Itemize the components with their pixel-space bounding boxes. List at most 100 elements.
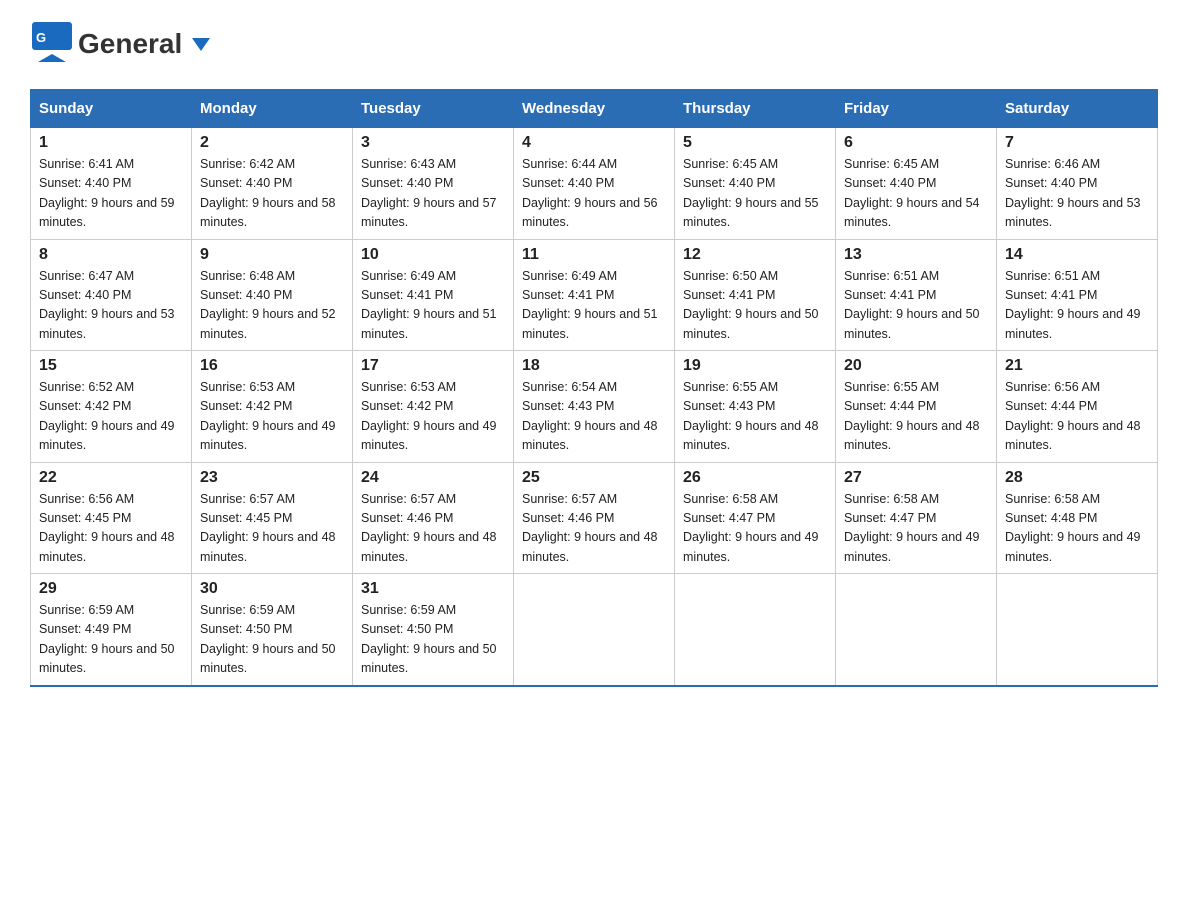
calendar-cell: 18 Sunrise: 6:54 AMSunset: 4:43 PMDaylig… bbox=[514, 351, 675, 463]
col-monday: Monday bbox=[192, 90, 353, 128]
day-number: 7 bbox=[1005, 134, 1149, 152]
day-info: Sunrise: 6:58 AMSunset: 4:47 PMDaylight:… bbox=[844, 492, 980, 564]
day-number: 19 bbox=[683, 357, 827, 375]
day-number: 4 bbox=[522, 134, 666, 152]
calendar-cell: 16 Sunrise: 6:53 AMSunset: 4:42 PMDaylig… bbox=[192, 351, 353, 463]
day-info: Sunrise: 6:52 AMSunset: 4:42 PMDaylight:… bbox=[39, 380, 175, 452]
day-info: Sunrise: 6:57 AMSunset: 4:46 PMDaylight:… bbox=[361, 492, 497, 564]
calendar-cell: 22 Sunrise: 6:56 AMSunset: 4:45 PMDaylig… bbox=[31, 462, 192, 574]
calendar-cell: 15 Sunrise: 6:52 AMSunset: 4:42 PMDaylig… bbox=[31, 351, 192, 463]
day-number: 28 bbox=[1005, 469, 1149, 487]
day-number: 11 bbox=[522, 246, 666, 264]
day-info: Sunrise: 6:46 AMSunset: 4:40 PMDaylight:… bbox=[1005, 157, 1141, 229]
calendar-cell: 10 Sunrise: 6:49 AMSunset: 4:41 PMDaylig… bbox=[353, 239, 514, 351]
calendar-cell: 14 Sunrise: 6:51 AMSunset: 4:41 PMDaylig… bbox=[997, 239, 1158, 351]
day-info: Sunrise: 6:49 AMSunset: 4:41 PMDaylight:… bbox=[361, 269, 497, 341]
day-info: Sunrise: 6:43 AMSunset: 4:40 PMDaylight:… bbox=[361, 157, 497, 229]
day-info: Sunrise: 6:51 AMSunset: 4:41 PMDaylight:… bbox=[844, 269, 980, 341]
svg-text:G: G bbox=[36, 30, 46, 45]
day-info: Sunrise: 6:57 AMSunset: 4:46 PMDaylight:… bbox=[522, 492, 658, 564]
day-info: Sunrise: 6:54 AMSunset: 4:43 PMDaylight:… bbox=[522, 380, 658, 452]
day-number: 26 bbox=[683, 469, 827, 487]
calendar-cell: 30 Sunrise: 6:59 AMSunset: 4:50 PMDaylig… bbox=[192, 574, 353, 686]
calendar-cell: 28 Sunrise: 6:58 AMSunset: 4:48 PMDaylig… bbox=[997, 462, 1158, 574]
day-info: Sunrise: 6:59 AMSunset: 4:50 PMDaylight:… bbox=[361, 603, 497, 675]
day-number: 20 bbox=[844, 357, 988, 375]
day-number: 22 bbox=[39, 469, 183, 487]
day-info: Sunrise: 6:51 AMSunset: 4:41 PMDaylight:… bbox=[1005, 269, 1141, 341]
day-number: 1 bbox=[39, 134, 183, 152]
calendar-cell: 24 Sunrise: 6:57 AMSunset: 4:46 PMDaylig… bbox=[353, 462, 514, 574]
calendar-cell: 6 Sunrise: 6:45 AMSunset: 4:40 PMDayligh… bbox=[836, 128, 997, 240]
col-sunday: Sunday bbox=[31, 90, 192, 128]
logo: G General bbox=[30, 20, 210, 69]
day-number: 31 bbox=[361, 580, 505, 598]
day-number: 14 bbox=[1005, 246, 1149, 264]
logo-text-general: General bbox=[78, 30, 210, 58]
day-number: 13 bbox=[844, 246, 988, 264]
col-wednesday: Wednesday bbox=[514, 90, 675, 128]
day-info: Sunrise: 6:50 AMSunset: 4:41 PMDaylight:… bbox=[683, 269, 819, 341]
day-number: 9 bbox=[200, 246, 344, 264]
calendar-cell: 26 Sunrise: 6:58 AMSunset: 4:47 PMDaylig… bbox=[675, 462, 836, 574]
calendar-week-row: 1 Sunrise: 6:41 AMSunset: 4:40 PMDayligh… bbox=[31, 128, 1158, 240]
calendar-cell bbox=[675, 574, 836, 686]
calendar-week-row: 8 Sunrise: 6:47 AMSunset: 4:40 PMDayligh… bbox=[31, 239, 1158, 351]
day-info: Sunrise: 6:45 AMSunset: 4:40 PMDaylight:… bbox=[683, 157, 819, 229]
day-number: 25 bbox=[522, 469, 666, 487]
day-info: Sunrise: 6:58 AMSunset: 4:48 PMDaylight:… bbox=[1005, 492, 1141, 564]
day-info: Sunrise: 6:42 AMSunset: 4:40 PMDaylight:… bbox=[200, 157, 336, 229]
calendar-cell: 12 Sunrise: 6:50 AMSunset: 4:41 PMDaylig… bbox=[675, 239, 836, 351]
col-saturday: Saturday bbox=[997, 90, 1158, 128]
day-number: 15 bbox=[39, 357, 183, 375]
day-info: Sunrise: 6:55 AMSunset: 4:44 PMDaylight:… bbox=[844, 380, 980, 452]
col-friday: Friday bbox=[836, 90, 997, 128]
day-info: Sunrise: 6:45 AMSunset: 4:40 PMDaylight:… bbox=[844, 157, 980, 229]
calendar-cell bbox=[997, 574, 1158, 686]
calendar-cell: 19 Sunrise: 6:55 AMSunset: 4:43 PMDaylig… bbox=[675, 351, 836, 463]
day-number: 23 bbox=[200, 469, 344, 487]
day-number: 27 bbox=[844, 469, 988, 487]
calendar-cell: 13 Sunrise: 6:51 AMSunset: 4:41 PMDaylig… bbox=[836, 239, 997, 351]
day-info: Sunrise: 6:56 AMSunset: 4:44 PMDaylight:… bbox=[1005, 380, 1141, 452]
calendar-cell: 2 Sunrise: 6:42 AMSunset: 4:40 PMDayligh… bbox=[192, 128, 353, 240]
day-info: Sunrise: 6:47 AMSunset: 4:40 PMDaylight:… bbox=[39, 269, 175, 341]
page-header: G General bbox=[30, 20, 1158, 69]
calendar-week-row: 22 Sunrise: 6:56 AMSunset: 4:45 PMDaylig… bbox=[31, 462, 1158, 574]
calendar-cell: 8 Sunrise: 6:47 AMSunset: 4:40 PMDayligh… bbox=[31, 239, 192, 351]
day-info: Sunrise: 6:49 AMSunset: 4:41 PMDaylight:… bbox=[522, 269, 658, 341]
calendar-cell: 3 Sunrise: 6:43 AMSunset: 4:40 PMDayligh… bbox=[353, 128, 514, 240]
calendar-cell bbox=[514, 574, 675, 686]
calendar-body: 1 Sunrise: 6:41 AMSunset: 4:40 PMDayligh… bbox=[31, 128, 1158, 686]
calendar-cell: 21 Sunrise: 6:56 AMSunset: 4:44 PMDaylig… bbox=[997, 351, 1158, 463]
day-info: Sunrise: 6:48 AMSunset: 4:40 PMDaylight:… bbox=[200, 269, 336, 341]
day-info: Sunrise: 6:59 AMSunset: 4:50 PMDaylight:… bbox=[200, 603, 336, 675]
calendar-cell bbox=[836, 574, 997, 686]
calendar-cell: 9 Sunrise: 6:48 AMSunset: 4:40 PMDayligh… bbox=[192, 239, 353, 351]
day-number: 29 bbox=[39, 580, 183, 598]
calendar-cell: 4 Sunrise: 6:44 AMSunset: 4:40 PMDayligh… bbox=[514, 128, 675, 240]
day-number: 24 bbox=[361, 469, 505, 487]
calendar-cell: 1 Sunrise: 6:41 AMSunset: 4:40 PMDayligh… bbox=[31, 128, 192, 240]
logo-triangle bbox=[192, 38, 210, 51]
day-number: 18 bbox=[522, 357, 666, 375]
calendar-cell: 11 Sunrise: 6:49 AMSunset: 4:41 PMDaylig… bbox=[514, 239, 675, 351]
day-info: Sunrise: 6:53 AMSunset: 4:42 PMDaylight:… bbox=[361, 380, 497, 452]
day-info: Sunrise: 6:56 AMSunset: 4:45 PMDaylight:… bbox=[39, 492, 175, 564]
day-info: Sunrise: 6:41 AMSunset: 4:40 PMDaylight:… bbox=[39, 157, 175, 229]
day-info: Sunrise: 6:57 AMSunset: 4:45 PMDaylight:… bbox=[200, 492, 336, 564]
calendar-header-row: Sunday Monday Tuesday Wednesday Thursday… bbox=[31, 90, 1158, 128]
calendar-cell: 20 Sunrise: 6:55 AMSunset: 4:44 PMDaylig… bbox=[836, 351, 997, 463]
day-number: 12 bbox=[683, 246, 827, 264]
day-number: 8 bbox=[39, 246, 183, 264]
calendar-cell: 7 Sunrise: 6:46 AMSunset: 4:40 PMDayligh… bbox=[997, 128, 1158, 240]
calendar-table: Sunday Monday Tuesday Wednesday Thursday… bbox=[30, 89, 1158, 687]
day-number: 17 bbox=[361, 357, 505, 375]
day-number: 16 bbox=[200, 357, 344, 375]
day-info: Sunrise: 6:44 AMSunset: 4:40 PMDaylight:… bbox=[522, 157, 658, 229]
calendar-cell: 23 Sunrise: 6:57 AMSunset: 4:45 PMDaylig… bbox=[192, 462, 353, 574]
col-thursday: Thursday bbox=[675, 90, 836, 128]
calendar-cell: 17 Sunrise: 6:53 AMSunset: 4:42 PMDaylig… bbox=[353, 351, 514, 463]
day-number: 5 bbox=[683, 134, 827, 152]
calendar-cell: 31 Sunrise: 6:59 AMSunset: 4:50 PMDaylig… bbox=[353, 574, 514, 686]
